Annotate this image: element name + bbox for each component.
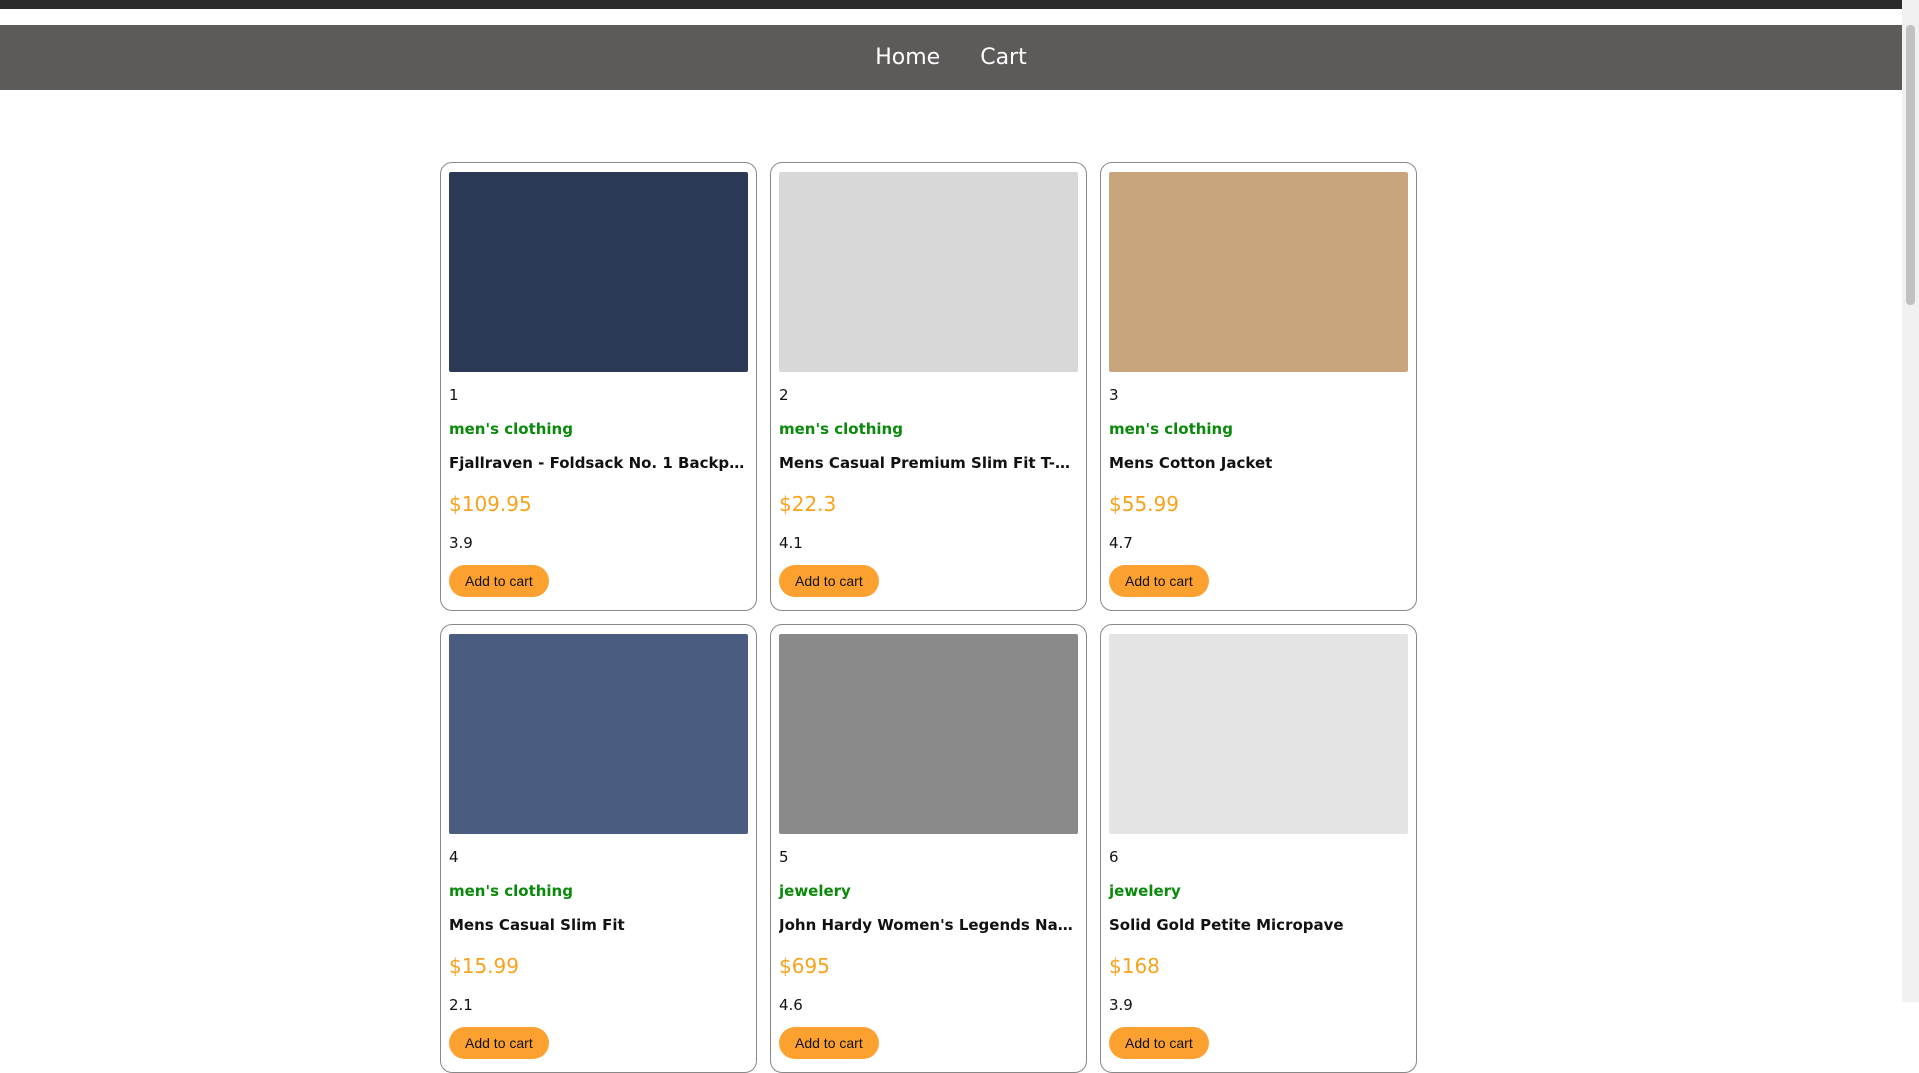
product-rating: 2.1	[449, 996, 473, 1014]
product-price: $22.3	[779, 492, 837, 516]
product-rating: 4.1	[779, 534, 803, 552]
product-title: Mens Casual Premium Slim Fit T-Shirts	[779, 454, 1078, 472]
product-image[interactable]	[779, 634, 1078, 834]
navbar: Home Cart	[0, 25, 1902, 90]
product-id: 6	[1109, 848, 1119, 866]
product-category: jewelery	[779, 882, 851, 900]
product-image[interactable]	[779, 172, 1078, 372]
product-card: 1 men's clothing Fjallraven - Foldsack N…	[440, 162, 757, 611]
product-category: men's clothing	[449, 420, 573, 438]
product-price: $55.99	[1109, 492, 1179, 516]
product-title: Mens Casual Slim Fit	[449, 916, 625, 934]
product-card: 5 jewelery John Hardy Women's Legends Na…	[770, 624, 1087, 1073]
add-to-cart-button[interactable]: Add to cart	[1109, 565, 1209, 597]
scrollbar[interactable]	[1902, 0, 1919, 1002]
product-rating: 3.9	[449, 534, 473, 552]
product-title: Fjallraven - Foldsack No. 1 Backpack, Fi…	[449, 454, 748, 472]
product-price: $15.99	[449, 954, 519, 978]
scrollbar-thumb[interactable]	[1906, 25, 1915, 305]
add-to-cart-button[interactable]: Add to cart	[449, 565, 549, 597]
product-title: Solid Gold Petite Micropave	[1109, 916, 1344, 934]
product-category: men's clothing	[449, 882, 573, 900]
product-rating: 4.6	[779, 996, 803, 1014]
product-card: 6 jewelery Solid Gold Petite Micropave $…	[1100, 624, 1417, 1073]
product-id: 1	[449, 386, 459, 404]
product-image[interactable]	[1109, 172, 1408, 372]
product-category: men's clothing	[779, 420, 903, 438]
product-card: 2 men's clothing Mens Casual Premium Sli…	[770, 162, 1087, 611]
nav-home-link[interactable]: Home	[875, 45, 940, 70]
add-to-cart-button[interactable]: Add to cart	[779, 1027, 879, 1059]
product-id: 5	[779, 848, 789, 866]
product-price: $168	[1109, 954, 1160, 978]
product-id: 2	[779, 386, 789, 404]
product-image[interactable]	[449, 172, 748, 372]
product-card: 3 men's clothing Mens Cotton Jacket $55.…	[1100, 162, 1417, 611]
product-category: jewelery	[1109, 882, 1181, 900]
product-price: $695	[779, 954, 830, 978]
product-image[interactable]	[449, 634, 748, 834]
product-grid: 1 men's clothing Fjallraven - Foldsack N…	[440, 162, 1417, 1073]
add-to-cart-button[interactable]: Add to cart	[1109, 1027, 1209, 1059]
product-card: 4 men's clothing Mens Casual Slim Fit $1…	[440, 624, 757, 1073]
product-title: Mens Cotton Jacket	[1109, 454, 1273, 472]
product-id: 4	[449, 848, 459, 866]
add-to-cart-button[interactable]: Add to cart	[449, 1027, 549, 1059]
product-image[interactable]	[1109, 634, 1408, 834]
product-title: John Hardy Women's Legends Naga Bracelet	[779, 916, 1078, 934]
product-rating: 4.7	[1109, 534, 1133, 552]
product-price: $109.95	[449, 492, 532, 516]
browser-top-bar	[0, 0, 1902, 9]
product-rating: 3.9	[1109, 996, 1133, 1014]
product-category: men's clothing	[1109, 420, 1233, 438]
add-to-cart-button[interactable]: Add to cart	[779, 565, 879, 597]
nav-cart-link[interactable]: Cart	[980, 45, 1027, 70]
product-id: 3	[1109, 386, 1119, 404]
